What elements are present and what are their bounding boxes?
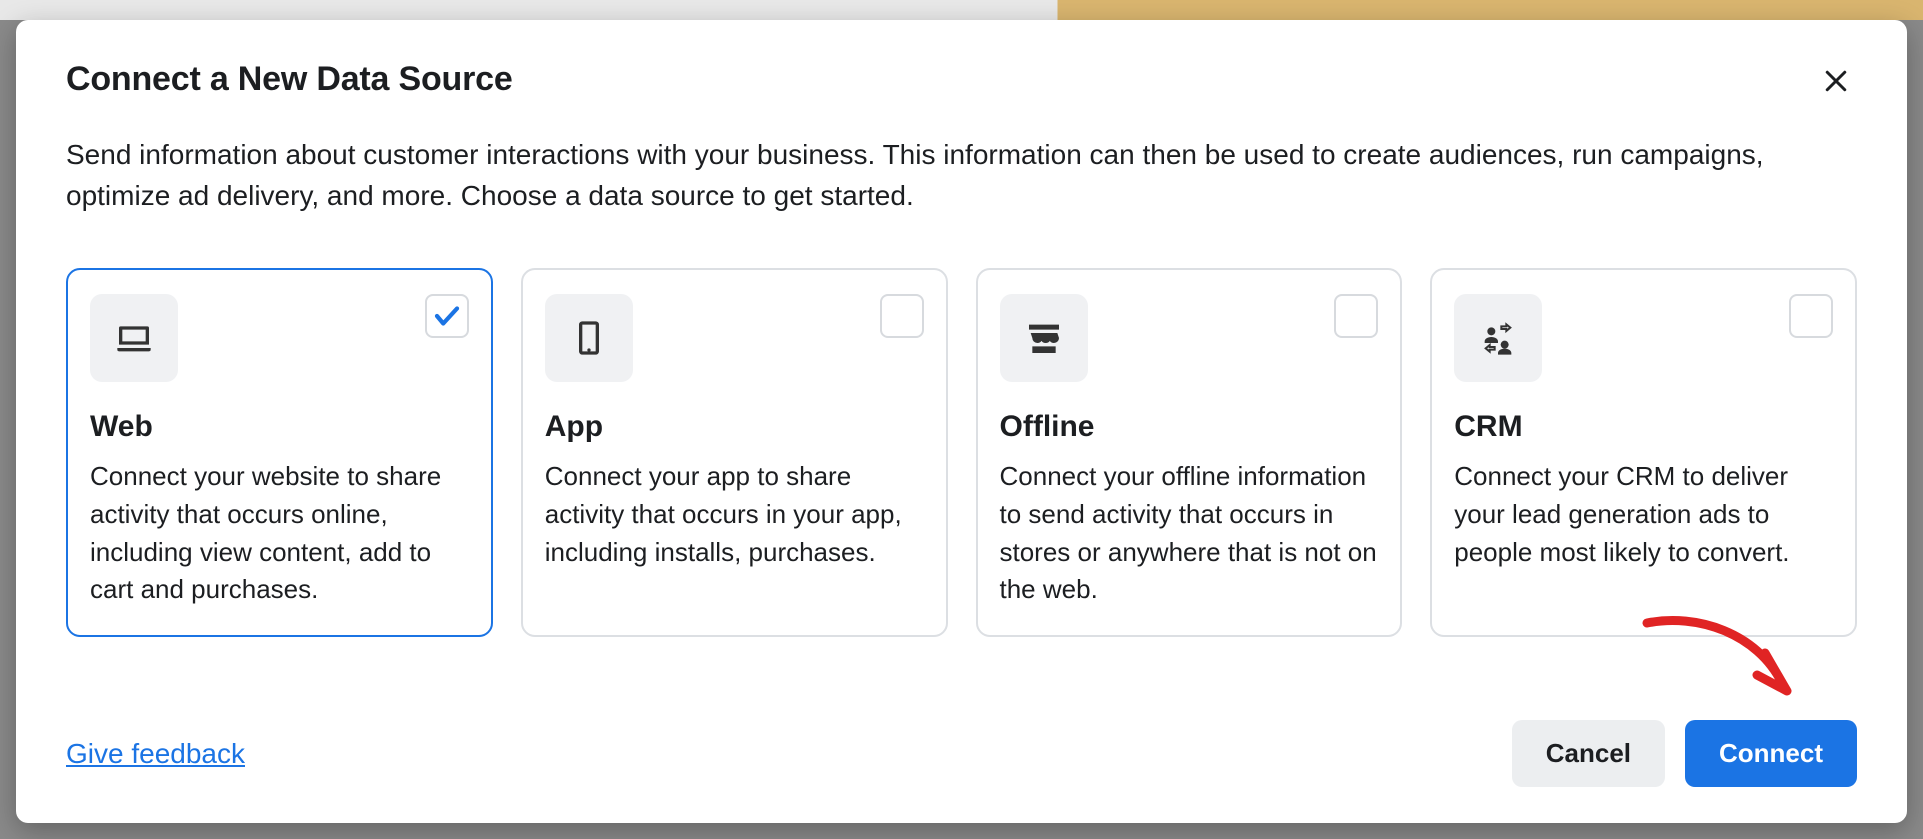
card-crm[interactable]: CRM Connect your CRM to deliver your lea… <box>1430 268 1857 637</box>
data-source-cards: Web Connect your website to share activi… <box>66 268 1857 637</box>
card-title: Offline <box>1000 410 1379 444</box>
cancel-button[interactable]: Cancel <box>1512 720 1665 787</box>
card-checkbox[interactable] <box>880 294 924 338</box>
card-web[interactable]: Web Connect your website to share activi… <box>66 268 493 637</box>
backdrop <box>0 0 1923 20</box>
card-desc: Connect your CRM to deliver your lead ge… <box>1454 458 1833 571</box>
card-checkbox[interactable] <box>1334 294 1378 338</box>
give-feedback-link[interactable]: Give feedback <box>66 738 245 770</box>
mobile-icon <box>545 294 633 382</box>
close-icon <box>1821 66 1851 99</box>
connect-data-source-modal: Connect a New Data Source Send informati… <box>16 20 1907 823</box>
store-icon <box>1000 294 1088 382</box>
modal-header: Connect a New Data Source <box>66 60 1857 105</box>
laptop-icon <box>90 294 178 382</box>
connect-button[interactable]: Connect <box>1685 720 1857 787</box>
card-checkbox[interactable] <box>1789 294 1833 338</box>
card-title: CRM <box>1454 410 1833 444</box>
card-title: App <box>545 410 924 444</box>
card-desc: Connect your offline information to send… <box>1000 458 1379 609</box>
card-desc: Connect your app to share activity that … <box>545 458 924 571</box>
card-offline[interactable]: Offline Connect your offline information… <box>976 268 1403 637</box>
card-checkbox[interactable] <box>425 294 469 338</box>
card-desc: Connect your website to share activity t… <box>90 458 469 609</box>
card-title: Web <box>90 410 469 444</box>
modal-title: Connect a New Data Source <box>66 60 513 99</box>
card-app[interactable]: App Connect your app to share activity t… <box>521 268 948 637</box>
modal-footer: Give feedback Cancel Connect <box>66 672 1857 787</box>
close-button[interactable] <box>1815 60 1857 105</box>
footer-buttons: Cancel Connect <box>1512 720 1857 787</box>
modal-subtitle: Send information about customer interact… <box>66 135 1857 216</box>
crm-icon <box>1454 294 1542 382</box>
